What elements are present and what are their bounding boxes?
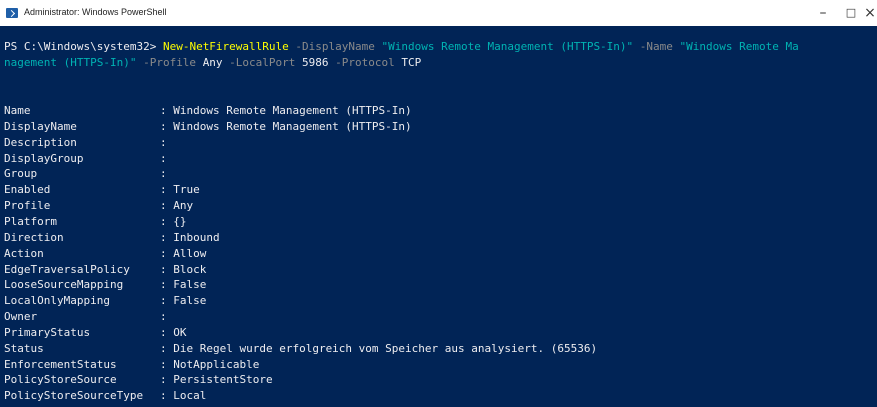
output-row: Profile : Any bbox=[4, 199, 193, 212]
property-value: : {} bbox=[160, 214, 187, 228]
property-name: Name bbox=[4, 104, 31, 117]
close-button[interactable]: × bbox=[860, 0, 877, 26]
property-value: : Windows Remote Management (HTTPS-In) bbox=[160, 104, 412, 117]
output-row: Direction : Inbound bbox=[4, 231, 220, 244]
command-line-2: nagement (HTTPS-In)" -Profile Any -Local… bbox=[4, 56, 421, 69]
powershell-icon bbox=[6, 8, 18, 18]
property-name: PolicyStoreSourceType bbox=[4, 389, 144, 403]
output-row: LooseSourceMapping : False bbox=[4, 278, 206, 291]
prompt: PS C:\Windows\system32> bbox=[4, 40, 163, 53]
output-row: EnforcementStatus : NotApplicable bbox=[4, 358, 259, 371]
output-row: Enabled : True bbox=[4, 183, 200, 196]
value-protocol: TCP bbox=[401, 56, 422, 69]
param-localport: -LocalPort bbox=[222, 56, 303, 69]
property-value: : NotApplicable bbox=[160, 357, 260, 371]
output-row: Platform : {} bbox=[4, 215, 187, 228]
output-row: Status : Die Regel wurde erfolgreich vom … bbox=[4, 342, 597, 355]
output-row: Action : Allow bbox=[4, 247, 206, 260]
property-name: Action bbox=[4, 246, 44, 260]
property-name: LooseSourceMapping bbox=[4, 278, 124, 292]
value-name-part1: "Windows Remote Ma bbox=[679, 40, 799, 53]
property-name: DisplayGroup bbox=[4, 151, 84, 165]
property-value: : Block bbox=[160, 262, 207, 276]
property-name: PrimaryStatus bbox=[4, 325, 91, 339]
property-name: Enabled bbox=[4, 183, 51, 197]
property-value: : Any bbox=[160, 199, 194, 213]
property-value: : OK bbox=[160, 325, 187, 339]
property-value: : bbox=[160, 167, 167, 181]
property-name: LocalOnlyMapping bbox=[4, 294, 110, 308]
property-value: : False bbox=[160, 278, 207, 292]
value-name-part2: nagement (HTTPS-In)" bbox=[4, 56, 137, 69]
output-row: DisplayGroup: bbox=[4, 152, 167, 165]
property-name: Direction bbox=[4, 230, 64, 244]
property-value: : True bbox=[160, 183, 200, 197]
property-name: Status bbox=[4, 341, 44, 355]
command-line-1: PS C:\Windows\system32> New-NetFirewallR… bbox=[4, 40, 799, 53]
property-value: : PersistentStore bbox=[160, 373, 273, 387]
property-value: : Die Regel wurde erfolgreich vom Speich… bbox=[160, 341, 598, 355]
output-row: PolicyStoreSourceType : Local bbox=[4, 389, 206, 402]
output-row: DisplayName : Windows Remote Management (… bbox=[4, 120, 412, 133]
property-value: : Allow bbox=[160, 246, 207, 260]
title-bar[interactable]: Administrator: Windows PowerShell – □ × bbox=[0, 0, 877, 26]
property-value: : Local bbox=[160, 389, 207, 403]
property-name: DisplayName bbox=[4, 119, 77, 133]
property-name: EnforcementStatus bbox=[4, 357, 117, 371]
param-profile: -Profile bbox=[136, 56, 203, 69]
property-value: : Windows Remote Management (HTTPS-In) bbox=[160, 119, 412, 133]
property-name: EdgeTraversalPolicy bbox=[4, 262, 130, 276]
property-name: Platform bbox=[4, 214, 57, 228]
output-row: PrimaryStatus : OK bbox=[4, 326, 187, 339]
property-name: Description bbox=[4, 135, 77, 149]
output-row: Group: bbox=[4, 167, 167, 180]
property-value: : False bbox=[160, 294, 207, 308]
output-row: Name : Windows Remote Management (HTTPS-I… bbox=[4, 104, 412, 117]
param-displayname: -DisplayName bbox=[288, 40, 382, 53]
param-name: -Name bbox=[633, 40, 680, 53]
property-value: : bbox=[160, 135, 167, 149]
param-protocol: -Protocol bbox=[328, 56, 402, 69]
property-value: : bbox=[160, 310, 167, 324]
property-value: : bbox=[160, 151, 167, 165]
property-name: Owner bbox=[4, 310, 38, 324]
value-profile: Any bbox=[202, 56, 223, 69]
property-name: Group bbox=[4, 167, 38, 181]
output-row: Description: bbox=[4, 136, 167, 149]
value-localport: 5986 bbox=[302, 56, 329, 69]
cmdlet: New-NetFirewallRule bbox=[162, 40, 289, 53]
property-name: PolicyStoreSource bbox=[4, 373, 117, 387]
console-output[interactable]: PS C:\Windows\system32> New-NetFirewallR… bbox=[0, 26, 877, 407]
output-row: LocalOnlyMapping : False bbox=[4, 294, 206, 307]
output-row: Owner: bbox=[4, 310, 167, 323]
property-value: : Inbound bbox=[160, 230, 220, 244]
window-title: Administrator: Windows PowerShell bbox=[24, 7, 167, 17]
property-name: Profile bbox=[4, 199, 51, 213]
output-row: PolicyStoreSource : PersistentStore bbox=[4, 373, 273, 386]
value-displayname: "Windows Remote Management (HTTPS-In)" bbox=[381, 40, 634, 53]
output-row: EdgeTraversalPolicy : Block bbox=[4, 263, 206, 276]
